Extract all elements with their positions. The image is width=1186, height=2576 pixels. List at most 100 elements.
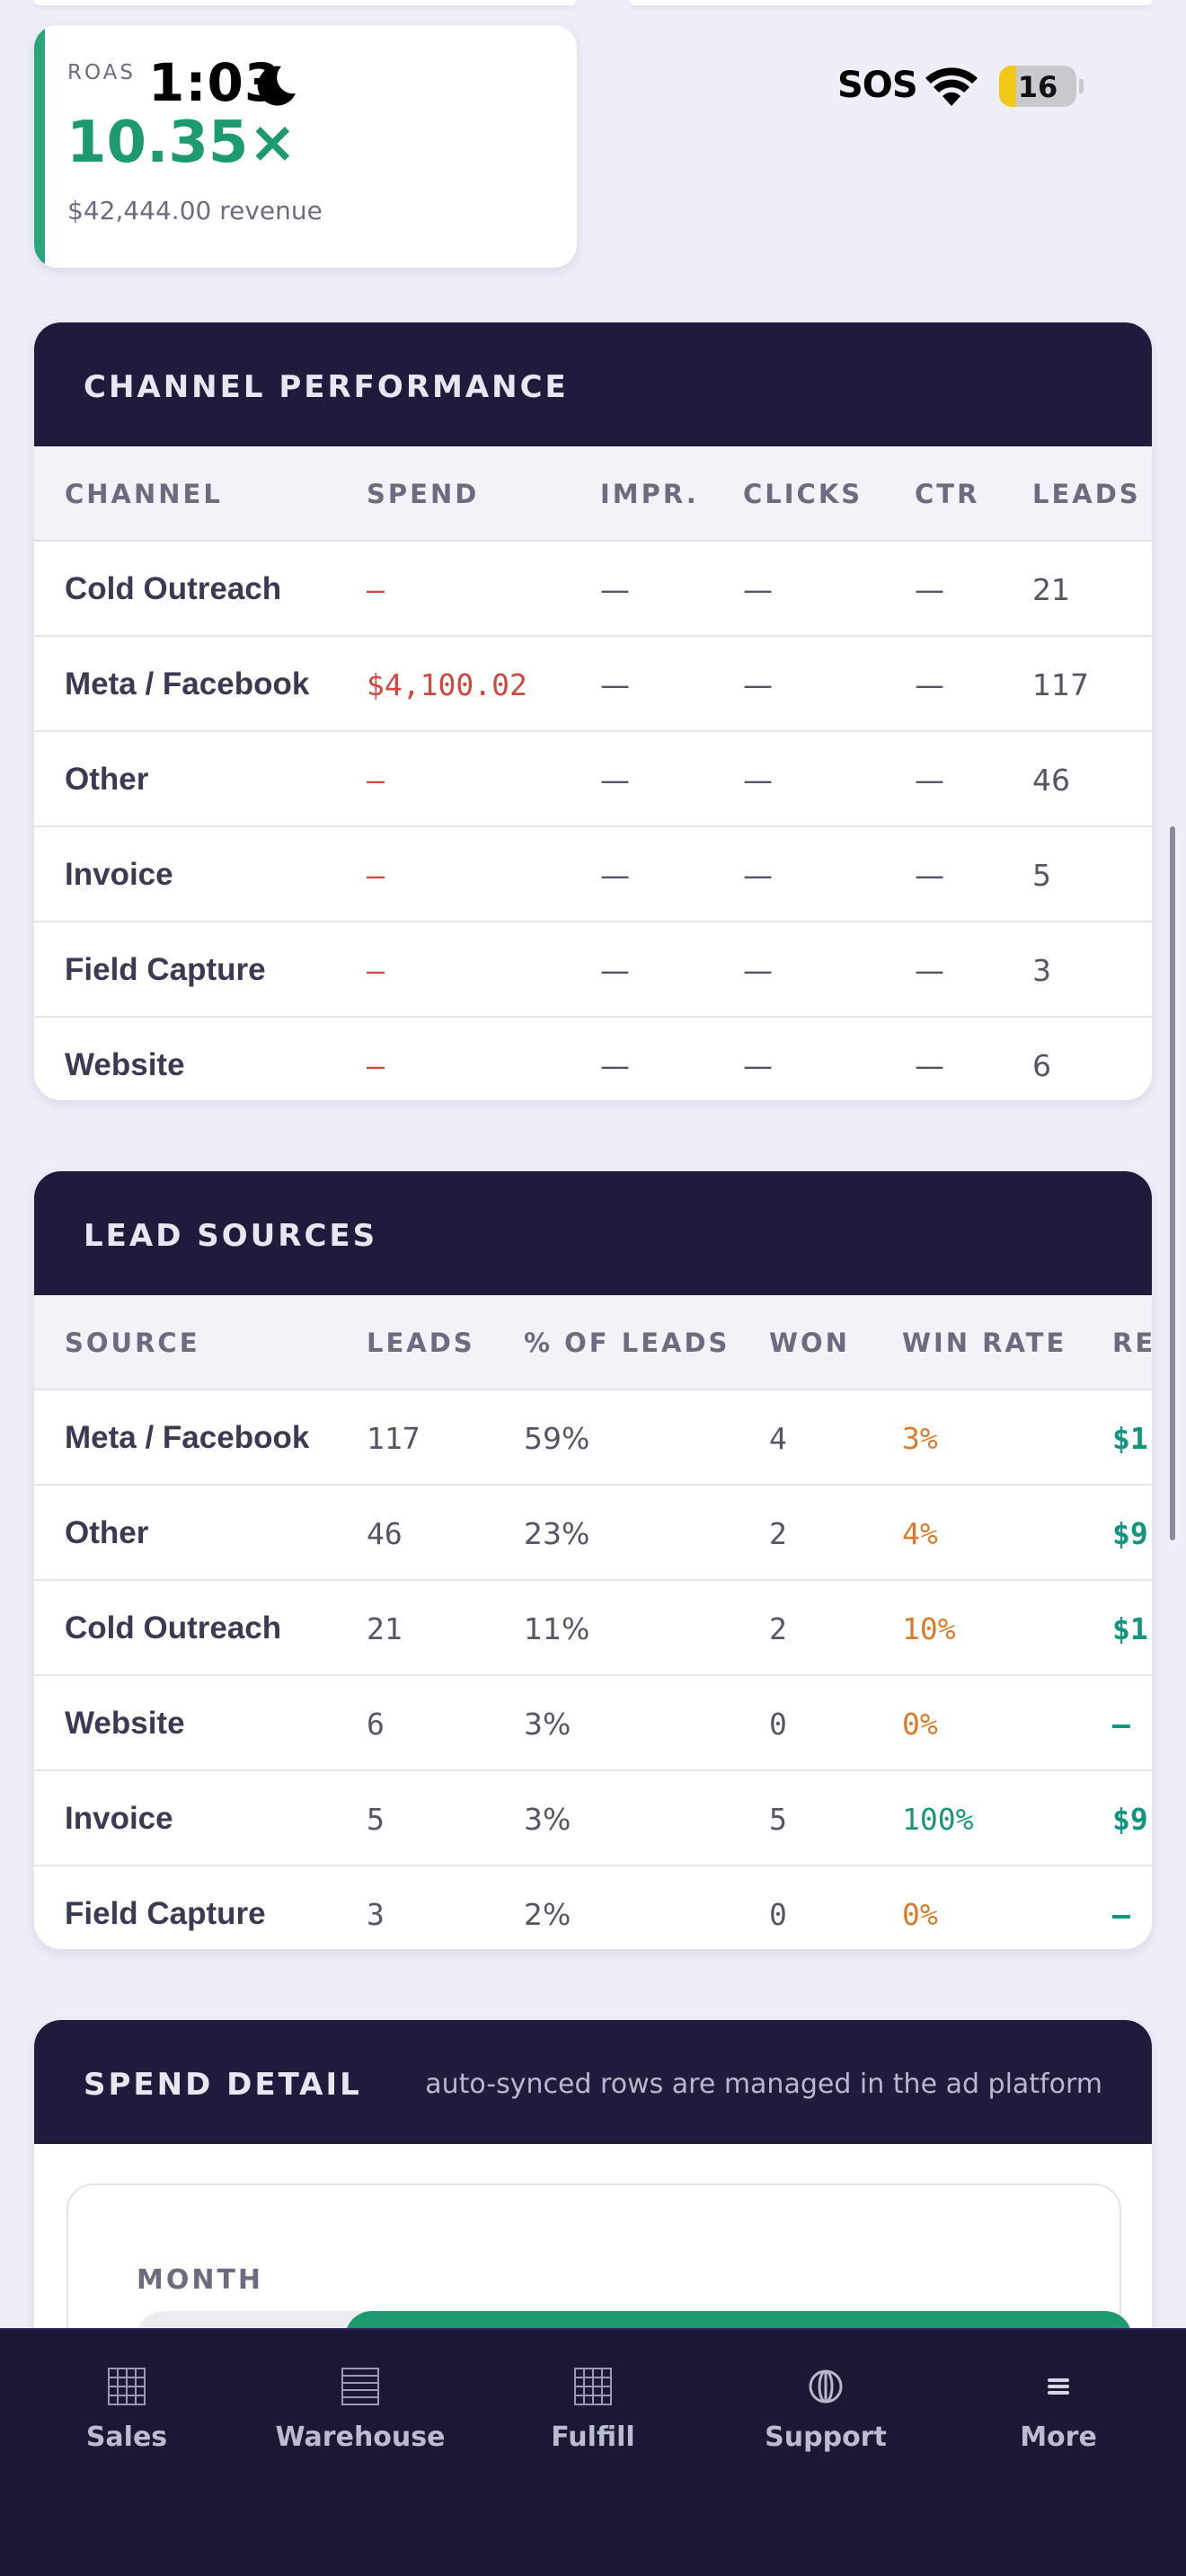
won-cell: 2 [769, 1611, 787, 1646]
table-row[interactable]: Field Capture 3 2% 0 0% — [34, 1866, 1152, 1949]
nav-item-sales[interactable]: Sales [10, 2330, 243, 2465]
column-header-ctr[interactable]: CTR [915, 479, 979, 509]
spend-cell: — [367, 953, 385, 988]
channel-performance-card: CHANNEL PERFORMANCE CHANNEL SPEND IMPR. … [34, 322, 1152, 1100]
globe-icon [809, 2369, 843, 2404]
column-header-win-rate[interactable]: WIN RATE [902, 1328, 1067, 1358]
table-row[interactable]: Field Capture — — — — 3 [34, 922, 1152, 1018]
channel-name: Other [65, 762, 149, 797]
win-rate-cell: 0% [902, 1897, 938, 1932]
win-rate-cell: 4% [902, 1516, 938, 1551]
nav-item-fulfill[interactable]: Fulfill [476, 2330, 710, 2465]
table-row[interactable]: Website 6 3% 0 0% — [34, 1676, 1152, 1771]
nav-label: Sales [85, 2422, 168, 2453]
channel-name: Field Capture [65, 952, 266, 987]
win-rate-cell: 3% [902, 1421, 938, 1456]
table-header: CHANNEL SPEND IMPR. CLICKS CTR LEADS [34, 446, 1152, 542]
pct-cell: 3% [524, 1802, 571, 1837]
spend-cell: — [367, 858, 385, 893]
table-row[interactable]: Invoice 5 3% 5 100% $9 [34, 1771, 1152, 1866]
leads-cell: 3 [367, 1897, 385, 1932]
table-row[interactable]: Cold Outreach — — — — 21 [34, 542, 1152, 637]
ctr-cell: — [915, 667, 944, 702]
table-row[interactable]: Meta / Facebook $4,100.02 — — — 117 [34, 637, 1152, 732]
table-row[interactable]: Website — — — — 6 [34, 1018, 1152, 1100]
section-title: CHANNEL PERFORMANCE [84, 369, 569, 405]
clicks-cell: — [743, 858, 773, 893]
revenue-cell: $9 [1112, 1802, 1148, 1837]
nav-item-more[interactable]: More [942, 2330, 1175, 2465]
impressions-cell: — [600, 953, 630, 988]
leads-cell: 46 [1032, 763, 1070, 798]
leads-cell: 117 [367, 1421, 420, 1456]
revenue-cell: $1 [1112, 1611, 1148, 1646]
spend-cell: $4,100.02 [367, 667, 527, 702]
month-label: MONTH [137, 2264, 264, 2296]
column-header-leads[interactable]: LEADS [1032, 479, 1141, 509]
ctr-cell: — [915, 953, 944, 988]
grid-icon [574, 2368, 612, 2405]
section-note: auto-synced rows are managed in the ad p… [425, 2069, 1102, 2100]
column-header-won[interactable]: WON [769, 1328, 850, 1358]
won-cell: 0 [769, 1707, 787, 1742]
battery-level: 16 [1017, 70, 1058, 104]
source-name: Invoice [65, 1801, 173, 1836]
grid-icon [108, 2368, 146, 2405]
clicks-cell: — [743, 953, 773, 988]
table-row[interactable]: Cold Outreach 21 11% 2 10% $1 [34, 1581, 1152, 1676]
leads-cell: 117 [1032, 667, 1089, 702]
impressions-cell: — [600, 1048, 630, 1083]
spend-cell: — [367, 763, 385, 798]
column-header-pct-of-leads[interactable]: % OF LEADS [524, 1328, 730, 1358]
channel-name: Cold Outreach [65, 571, 282, 606]
bottom-nav: Sales Warehouse Fulfill Support More [0, 2328, 1186, 2576]
table-row[interactable]: Other — — — — 46 [34, 732, 1152, 827]
channel-name: Invoice [65, 857, 173, 892]
leads-cell: 21 [367, 1611, 403, 1646]
ctr-cell: — [915, 1048, 944, 1083]
source-name: Other [65, 1515, 149, 1550]
column-header-source[interactable]: SOURCE [65, 1328, 200, 1358]
column-header-revenue[interactable]: RE [1112, 1328, 1152, 1358]
wifi-icon [925, 67, 978, 106]
scrollbar[interactable] [1170, 826, 1175, 1540]
revenue-cell: $1 [1112, 1421, 1148, 1456]
win-rate-cell: 10% [902, 1611, 956, 1646]
nav-label: Fulfill [551, 2422, 635, 2453]
column-header-spend[interactable]: SPEND [367, 479, 479, 509]
source-name: Field Capture [65, 1896, 266, 1931]
pct-cell: 59% [524, 1421, 590, 1456]
nav-item-warehouse[interactable]: Warehouse [243, 2330, 477, 2465]
nav-item-support[interactable]: Support [709, 2330, 943, 2465]
table-row[interactable]: Meta / Facebook 117 59% 4 3% $1 [34, 1390, 1152, 1486]
channel-name: Meta / Facebook [65, 666, 310, 701]
source-name: Meta / Facebook [65, 1420, 310, 1455]
revenue-cell: — [1112, 1707, 1130, 1742]
channel-performance-header: CHANNEL PERFORMANCE [34, 322, 1152, 446]
win-rate-cell: 100% [902, 1802, 974, 1837]
pct-cell: 11% [524, 1611, 590, 1646]
win-rate-cell: 0% [902, 1707, 938, 1742]
lead-sources-card: LEAD SOURCES SOURCE LEADS % OF LEADS WON… [34, 1171, 1152, 1949]
roas-accent-bar [34, 25, 45, 268]
source-name: Cold Outreach [65, 1610, 282, 1645]
table-row[interactable]: Invoice — — — — 5 [34, 827, 1152, 922]
won-cell: 5 [769, 1802, 787, 1837]
column-header-clicks[interactable]: CLICKS [743, 479, 863, 509]
roas-label: ROAS [67, 61, 137, 84]
previous-card-edge [34, 0, 577, 5]
previous-card-edge [629, 0, 1152, 5]
table-row[interactable]: Other 46 23% 2 4% $9 [34, 1486, 1152, 1581]
moon-icon [257, 66, 296, 106]
source-name: Website [65, 1706, 185, 1741]
leads-cell: 5 [1032, 858, 1051, 893]
column-header-channel[interactable]: CHANNEL [65, 479, 223, 509]
column-header-leads[interactable]: LEADS [367, 1328, 475, 1358]
column-header-impressions[interactable]: IMPR. [600, 479, 699, 509]
spend-cell: — [367, 1048, 385, 1083]
section-title: SPEND DETAIL [84, 2067, 362, 2103]
roas-card: ROAS 10.35× $42,444.00 revenue [34, 25, 577, 268]
impressions-cell: — [600, 667, 630, 702]
clicks-cell: — [743, 1048, 773, 1083]
revenue-cell: $9 [1112, 1516, 1148, 1551]
